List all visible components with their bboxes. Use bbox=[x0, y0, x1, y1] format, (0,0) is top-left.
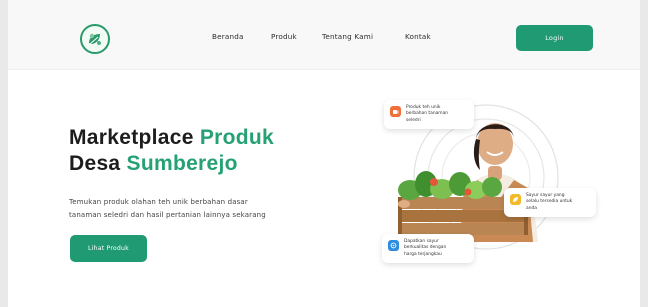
nav-link-produk[interactable]: Produk bbox=[271, 32, 297, 41]
leaf-icon bbox=[510, 194, 521, 205]
tea-icon bbox=[390, 106, 401, 117]
navbar: Beranda Produk Tentang Kami Kontak Login bbox=[8, 0, 640, 70]
feature-card-price: Dapatkan sayur berkualitas dengan harga … bbox=[382, 234, 474, 264]
feature-card-tea-text: Produk teh unik berbahan tanaman seledri bbox=[406, 105, 449, 123]
feature-card-price-text: Dapatkan sayur berkualitas dengan harga … bbox=[404, 239, 447, 257]
nav-link-tentang-kami[interactable]: Tentang Kami bbox=[322, 32, 373, 41]
hero-description: Temukan produk olahan teh unik berbahan … bbox=[69, 196, 339, 222]
feature-card-vegetables-text: Sayur sayur yang selalu tersedia untuk a… bbox=[526, 193, 573, 211]
tag-icon bbox=[388, 240, 399, 251]
nav-link-beranda[interactable]: Beranda bbox=[212, 32, 244, 41]
hero-description-line1: Temukan produk olahan teh unik berbahan … bbox=[69, 198, 248, 206]
hero-title-line1-accent: Produk bbox=[199, 126, 274, 149]
view-products-button[interactable]: Lihat Produk bbox=[70, 235, 147, 262]
hero-illustration: Produk teh unik berbahan tanaman seledri… bbox=[368, 92, 598, 292]
hero-title-line1-dark: Marketplace bbox=[69, 126, 194, 149]
login-button[interactable]: Login bbox=[516, 25, 593, 51]
feature-card-vegetables: Sayur sayur yang selalu tersedia untuk a… bbox=[504, 188, 596, 218]
landing-page: Beranda Produk Tentang Kami Kontak Login… bbox=[8, 0, 640, 307]
hero-description-line2: tanaman seledri dan hasil pertanian lain… bbox=[69, 211, 266, 219]
feature-card-tea: Produk teh unik berbahan tanaman seledri bbox=[384, 100, 474, 130]
hero-title-line2-accent: Sumberejo bbox=[126, 152, 238, 175]
nav-link-kontak[interactable]: Kontak bbox=[405, 32, 431, 41]
hero-title: Marketplace Produk Desa Sumberejo bbox=[69, 125, 274, 177]
hero-title-line2-dark: Desa bbox=[69, 152, 121, 175]
